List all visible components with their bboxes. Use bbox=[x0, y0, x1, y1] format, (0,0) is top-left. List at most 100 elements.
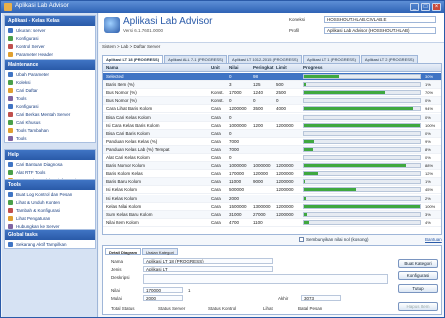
sidebar-item[interactable]: Tools Tambahan bbox=[5, 126, 95, 134]
sidebar-item[interactable]: Kontrol Server bbox=[5, 42, 95, 50]
sidebar-group-header[interactable]: Global tasks bbox=[5, 230, 95, 240]
table-row[interactable]: Selected 0 98 30% bbox=[103, 73, 441, 82]
col-header-value[interactable]: Nilai bbox=[229, 65, 239, 70]
footer-total-status: Total Status bbox=[111, 306, 135, 311]
sidebar-item[interactable]: Tools bbox=[5, 134, 95, 142]
hide-zero-checkbox[interactable] bbox=[299, 237, 304, 243]
tab-server-1[interactable]: Aplikasi ALL 7-1 (PROGRESS) bbox=[164, 55, 228, 63]
sidebar-group-header[interactable]: Aplikasi - Kelas Kelas bbox=[5, 16, 95, 26]
cell-limit: 1200000 bbox=[276, 171, 294, 177]
tab-server-2[interactable]: Aplikasi LT 1012-2015 (PROGRESS) bbox=[228, 55, 302, 63]
cell-limit: 0 bbox=[276, 98, 279, 104]
table-row[interactable]: Kelas Nilai Kolom Cara 1500000 1300000 12000… bbox=[103, 203, 441, 211]
tab-server-4[interactable]: Aplikasi LT 2 (PROGRESS) bbox=[360, 55, 418, 63]
cell-name: Panduan Kelas Lab (%) Tempat bbox=[106, 146, 170, 152]
progress-percent: 1% bbox=[425, 179, 431, 185]
table-row[interactable]: Isi Kelas Kolom Cara 500000 1200000 45% bbox=[103, 186, 441, 195]
sidebar-item[interactable]: Konfigurasi bbox=[5, 34, 95, 42]
sidebar-item[interactable]: Alat RTF Tools bbox=[5, 168, 95, 176]
remove-item-button[interactable]: Hapus Item bbox=[398, 302, 438, 311]
tab-detail-diagram[interactable]: Detail Diagram bbox=[105, 248, 142, 255]
table-row[interactable]: Nilai Item Kolom Cara 4700 1100 4% bbox=[103, 219, 441, 227]
cell-unit: Cara bbox=[211, 155, 221, 160]
profile-select[interactable]: Aplikasi Lab Advisor (HOSSHOUT.HLAB) bbox=[324, 27, 436, 34]
create-category-button[interactable]: Buat Kategori bbox=[398, 259, 438, 268]
table-row[interactable]: Alat Cari Kelas Kolom Cara 0 0% bbox=[103, 154, 441, 163]
col-header-progress[interactable]: Progress bbox=[303, 65, 323, 70]
col-header-name[interactable]: Nama bbox=[106, 65, 118, 70]
hide-zero-option[interactable]: Sembunyikan nilai nol (kosong) bbox=[299, 237, 369, 243]
table-row[interactable]: Panduan Kelas Kelas (%) Cara 7000 9% bbox=[103, 138, 441, 146]
sidebar-group-header[interactable]: Tools bbox=[5, 180, 95, 190]
sidebar-item[interactable]: Koleksi bbox=[5, 78, 95, 86]
sidebar-item[interactable]: Ubah Parameter bbox=[5, 70, 95, 78]
sidebar-group: Maintenance Ubah Parameter Koleksi Cari Daf… bbox=[4, 59, 96, 143]
footer-view[interactable]: Lihat bbox=[263, 306, 273, 311]
cell-name: Baris Baru Kolom bbox=[106, 179, 142, 185]
sidebar-item[interactable]: Tambah & Konfigurasi bbox=[5, 206, 95, 214]
tab-server-3[interactable]: Aplikasi LT 1 (PROGRESS) bbox=[302, 55, 360, 63]
minimize-button[interactable]: _ bbox=[410, 3, 419, 11]
cell-value: 1000000 bbox=[229, 122, 247, 128]
table-row[interactable]: Panduan Kelas Lab (%) Tempat Cara 7000 8% bbox=[103, 145, 441, 154]
value-field[interactable]: 170000 bbox=[143, 287, 183, 293]
name-field[interactable]: Aplikasi LT 18 (PROGRESS) bbox=[143, 258, 273, 264]
table-row[interactable]: Bisa Cari Kelas Kolom Cara 0 0% bbox=[103, 113, 441, 122]
col-header-unit[interactable]: Unit bbox=[211, 65, 220, 70]
table-row[interactable]: Baris Item (%) 3 125 500 1% bbox=[103, 81, 441, 90]
close-button[interactable]: × bbox=[432, 3, 441, 11]
sidebar-item[interactable]: Cari Daftar bbox=[5, 86, 95, 94]
sidebar-item[interactable]: Parameter Header bbox=[5, 50, 95, 58]
tab-server-0[interactable]: Aplikasi LT 18 (PROGRESS) bbox=[102, 55, 164, 63]
sidebar-item[interactable]: Cari Khusus bbox=[5, 118, 95, 126]
sidebar-group-header[interactable]: Maintenance bbox=[5, 60, 95, 70]
table-row[interactable]: Baris Kolom Kelas Cara 170000 120000 1200000… bbox=[103, 170, 441, 179]
table-row[interactable]: Cara Lihat Baris Kolom Cara 1200000 3500 400… bbox=[103, 105, 441, 114]
progress-fill bbox=[304, 172, 318, 176]
col-header-limit[interactable]: Limit bbox=[276, 65, 287, 70]
tab-category-description[interactable]: Uraian Kategori bbox=[142, 248, 178, 255]
end-field[interactable]: 3073 bbox=[301, 295, 341, 301]
progress-percent: 1% bbox=[425, 82, 431, 88]
sidebar-group-header[interactable]: Help bbox=[5, 150, 95, 160]
close-panel-button[interactable]: Tutup bbox=[398, 284, 438, 293]
sidebar-item[interactable]: Cari Berkas Mentah Server bbox=[5, 110, 95, 118]
cell-name: Isi Cara Kelas Baris Kolom bbox=[106, 122, 160, 128]
help-link[interactable]: Bantuan bbox=[425, 237, 442, 242]
description-field[interactable] bbox=[143, 274, 388, 284]
sidebar-item[interactable]: Tools bbox=[5, 94, 95, 102]
sidebar-item[interactable]: Cari Bantuan Diagnosa bbox=[5, 160, 95, 168]
progress-percent: 9% bbox=[425, 138, 431, 144]
sidebar: Aplikasi - Kelas Kelas Ukuran: server Konf… bbox=[2, 13, 98, 317]
table-row[interactable]: Isi Kelas Kolom Cara 2000 2% bbox=[103, 194, 441, 203]
cell-value: 11000 bbox=[229, 179, 242, 185]
table-row[interactable]: Bisa Cari Baris Kolom Cara 0 0% bbox=[103, 129, 441, 138]
maximize-button[interactable]: □ bbox=[421, 3, 430, 11]
table-row[interactable]: Bus Nomor (%) Konst. 0 0 0 0% bbox=[103, 97, 441, 106]
server-field[interactable]: HOSSHOUT.HLAB.CIVLAB.E bbox=[324, 16, 436, 23]
cell-unit: Cara bbox=[211, 138, 221, 144]
sidebar-item-label: Ubah Parameter bbox=[16, 71, 50, 77]
col-header-rank[interactable]: Peringkat bbox=[253, 65, 274, 70]
sidebar-item[interactable]: Buat Log Kontrol dan Pesan bbox=[5, 190, 95, 198]
table-row[interactable]: Baris Baru Kolom Cara 11000 9000 1200000 1% bbox=[103, 178, 441, 187]
table-row[interactable]: Isi Cara Kelas Baris Kolom Cara 1000000 120… bbox=[103, 122, 441, 130]
footer-cancel-message[interactable]: Batal Pesan bbox=[298, 306, 322, 311]
progress-bar bbox=[303, 122, 421, 128]
start-field[interactable]: 2000 bbox=[143, 295, 183, 301]
type-field[interactable]: Aplikasi LT bbox=[143, 266, 273, 272]
sidebar-item[interactable]: Lihat Pengaturan bbox=[5, 214, 95, 222]
sidebar-item[interactable]: Lihat & Unduh Konten bbox=[5, 198, 95, 206]
table-row[interactable]: Bus Nomor (%) Konst. 17000 1240 2500 70% bbox=[103, 89, 441, 98]
sidebar-item[interactable]: Konfigurasi bbox=[5, 102, 95, 110]
table-row[interactable]: Baris Nomor Kolom Cara 1000000 1000000 12000… bbox=[103, 162, 441, 171]
table-row[interactable]: Sum Kelas Baru Kolom Cara 31000 27000 120000… bbox=[103, 210, 441, 219]
sidebar-item[interactable]: Ukuran: server bbox=[5, 26, 95, 34]
sidebar-item-label: Cari Khusus bbox=[16, 119, 41, 125]
progress-bar bbox=[303, 187, 421, 193]
configure-button[interactable]: Konfigurasi bbox=[398, 271, 438, 280]
sidebar-item[interactable]: Sekarang Aktif Tampilkan bbox=[5, 240, 95, 248]
cell-rank: 0 bbox=[253, 98, 256, 104]
progress-fill bbox=[304, 212, 308, 216]
sidebar-item-label: Lihat Pengaturan bbox=[16, 215, 51, 221]
